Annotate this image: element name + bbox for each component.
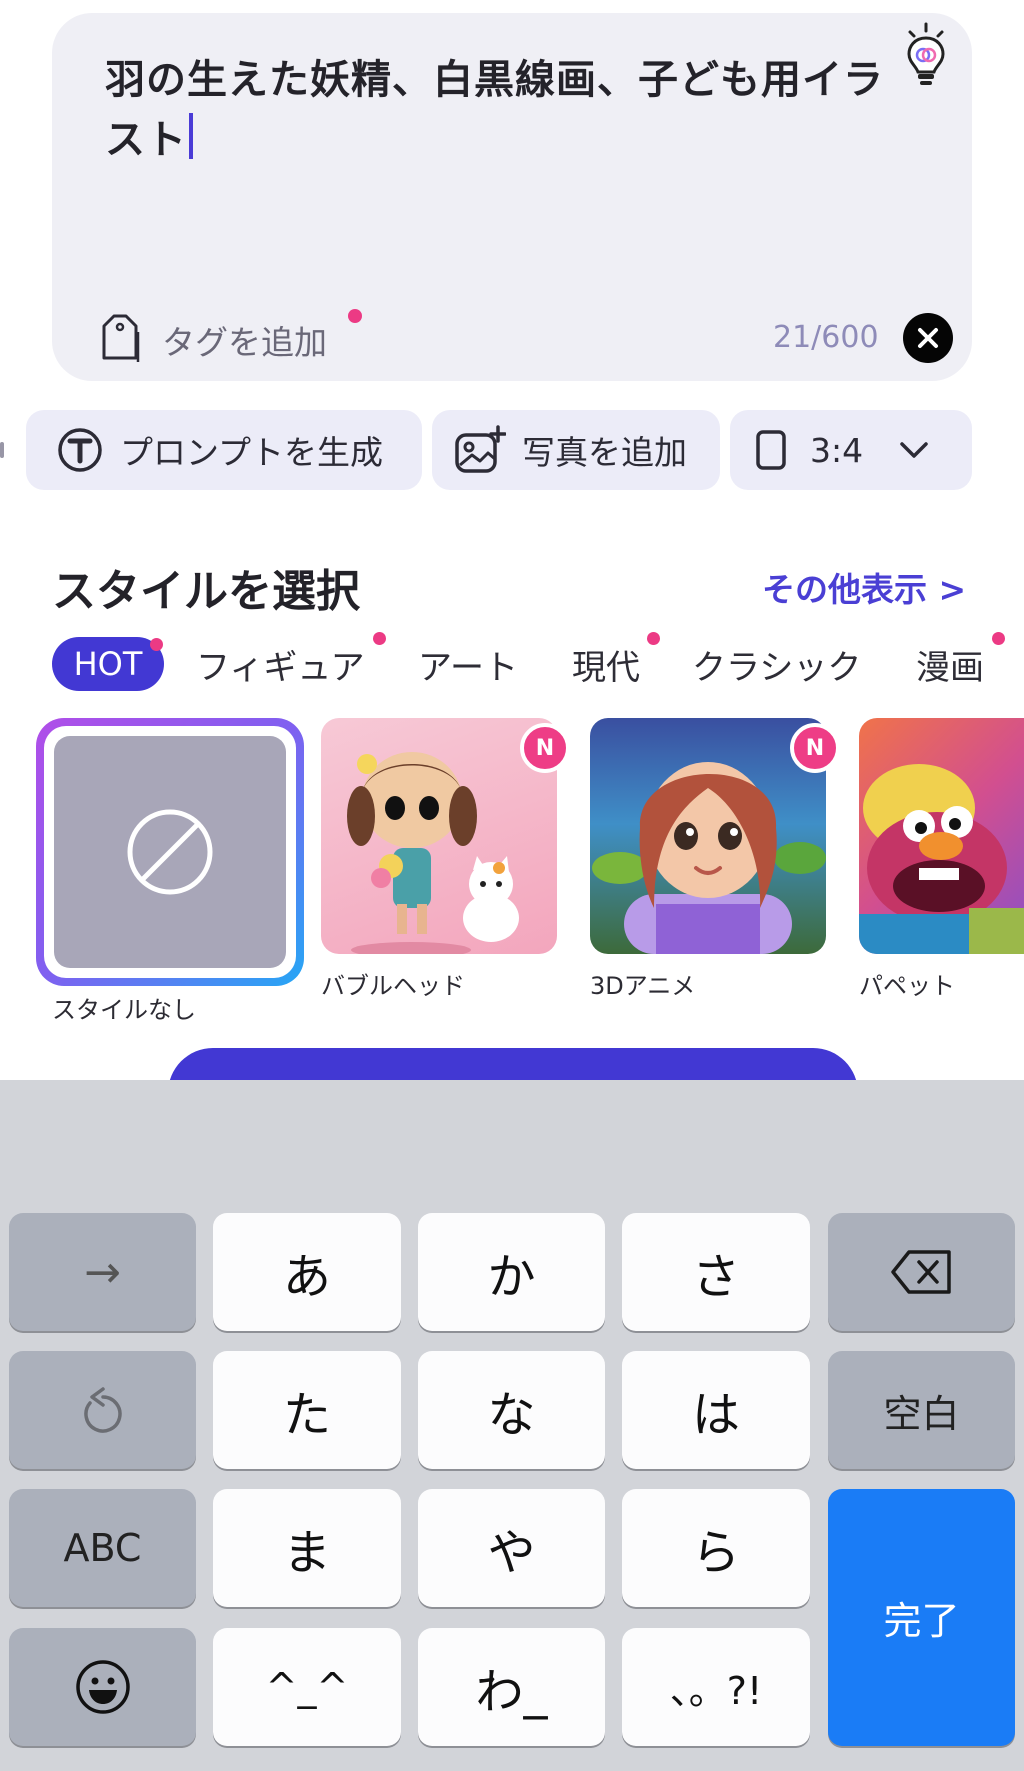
tab-art[interactable]: アート: [418, 640, 518, 689]
key-done[interactable]: 完了: [828, 1489, 1015, 1746]
new-badge: N: [520, 723, 570, 773]
tag-icon[interactable]: [98, 310, 142, 364]
tab-modern[interactable]: 現代: [572, 640, 640, 689]
generate-prompt-button[interactable]: プロンプトを生成: [26, 410, 422, 490]
aspect-ratio-value: 3:4: [810, 430, 864, 470]
key-ma[interactable]: ま: [213, 1489, 401, 1607]
key-backspace[interactable]: [828, 1213, 1015, 1331]
scroll-edge-indicator: [0, 442, 4, 458]
key-arrow-right[interactable]: →: [9, 1213, 196, 1331]
key-wa[interactable]: わ_: [418, 1628, 605, 1746]
key-abc[interactable]: ABC: [9, 1489, 196, 1607]
key-kaomoji[interactable]: ^_^: [213, 1628, 401, 1746]
aspect-ratio-icon: [756, 430, 786, 470]
close-icon: [918, 328, 938, 348]
key-undo[interactable]: [9, 1351, 196, 1469]
text-caret: [189, 113, 193, 159]
prompt-input[interactable]: 羽の生えた妖精、白黒線画、子ども用イラスト: [105, 50, 905, 170]
tab-hot-label: HOT: [73, 645, 143, 683]
notification-dot: [348, 309, 362, 323]
key-na[interactable]: な: [418, 1351, 605, 1469]
key-ta[interactable]: た: [213, 1351, 401, 1469]
notification-dot: [647, 632, 660, 645]
key-a[interactable]: あ: [213, 1213, 401, 1331]
key-sa[interactable]: さ: [622, 1213, 810, 1331]
new-badge: N: [790, 723, 840, 773]
tab-hot[interactable]: HOT: [52, 637, 164, 691]
key-ra[interactable]: ら: [622, 1489, 810, 1607]
notification-dot: [992, 632, 1005, 645]
emoji-icon: [75, 1660, 130, 1714]
puppet-thumbnail: [859, 718, 1024, 954]
tab-classic[interactable]: クラシック: [692, 640, 861, 689]
style-name: スタイルなし: [52, 996, 196, 1024]
style-name: 3Dアニメ: [590, 972, 696, 1000]
add-photo-icon: [455, 425, 506, 473]
style-name: パペット: [859, 972, 955, 1000]
chevron-down-icon: [900, 442, 928, 458]
key-punctuation[interactable]: 、。?!: [622, 1628, 810, 1746]
no-style-icon: [127, 809, 213, 895]
prompt-text: 羽の生えた妖精、白黒線画、子ども用イラスト: [105, 57, 884, 163]
undo-icon: [83, 1387, 122, 1433]
notification-dot: [373, 632, 386, 645]
add-photo-label: 写真を追加: [522, 433, 687, 472]
style-none-thumbnail[interactable]: [54, 736, 286, 968]
key-ha[interactable]: は: [622, 1351, 810, 1469]
clear-button[interactable]: [903, 313, 953, 363]
arrow-right-icon: →: [84, 1246, 121, 1298]
text-icon: [58, 428, 102, 472]
key-space[interactable]: 空白: [828, 1351, 1015, 1469]
show-more-link[interactable]: その他表示 >: [762, 563, 966, 611]
tab-manga[interactable]: 漫画: [916, 640, 984, 689]
add-photo-button[interactable]: 写真を追加: [432, 410, 720, 490]
aspect-ratio-select[interactable]: 3:4: [730, 410, 972, 490]
tab-figure[interactable]: フィギュア: [196, 640, 365, 689]
key-ya[interactable]: や: [418, 1489, 605, 1607]
section-title: スタイルを選択: [52, 566, 360, 617]
key-ka[interactable]: か: [418, 1213, 605, 1331]
generate-prompt-label: プロンプトを生成: [120, 433, 384, 472]
notification-dot: [150, 638, 163, 651]
style-item-puppet[interactable]: パペット: [859, 718, 1024, 1001]
lightbulb-icon[interactable]: [904, 22, 948, 92]
character-counter: 21/600: [773, 320, 879, 355]
style-name: バブルヘッド: [321, 972, 465, 1000]
add-tag-label[interactable]: タグを追加: [162, 316, 327, 364]
backspace-icon: [890, 1250, 951, 1294]
key-emoji[interactable]: [9, 1628, 196, 1746]
